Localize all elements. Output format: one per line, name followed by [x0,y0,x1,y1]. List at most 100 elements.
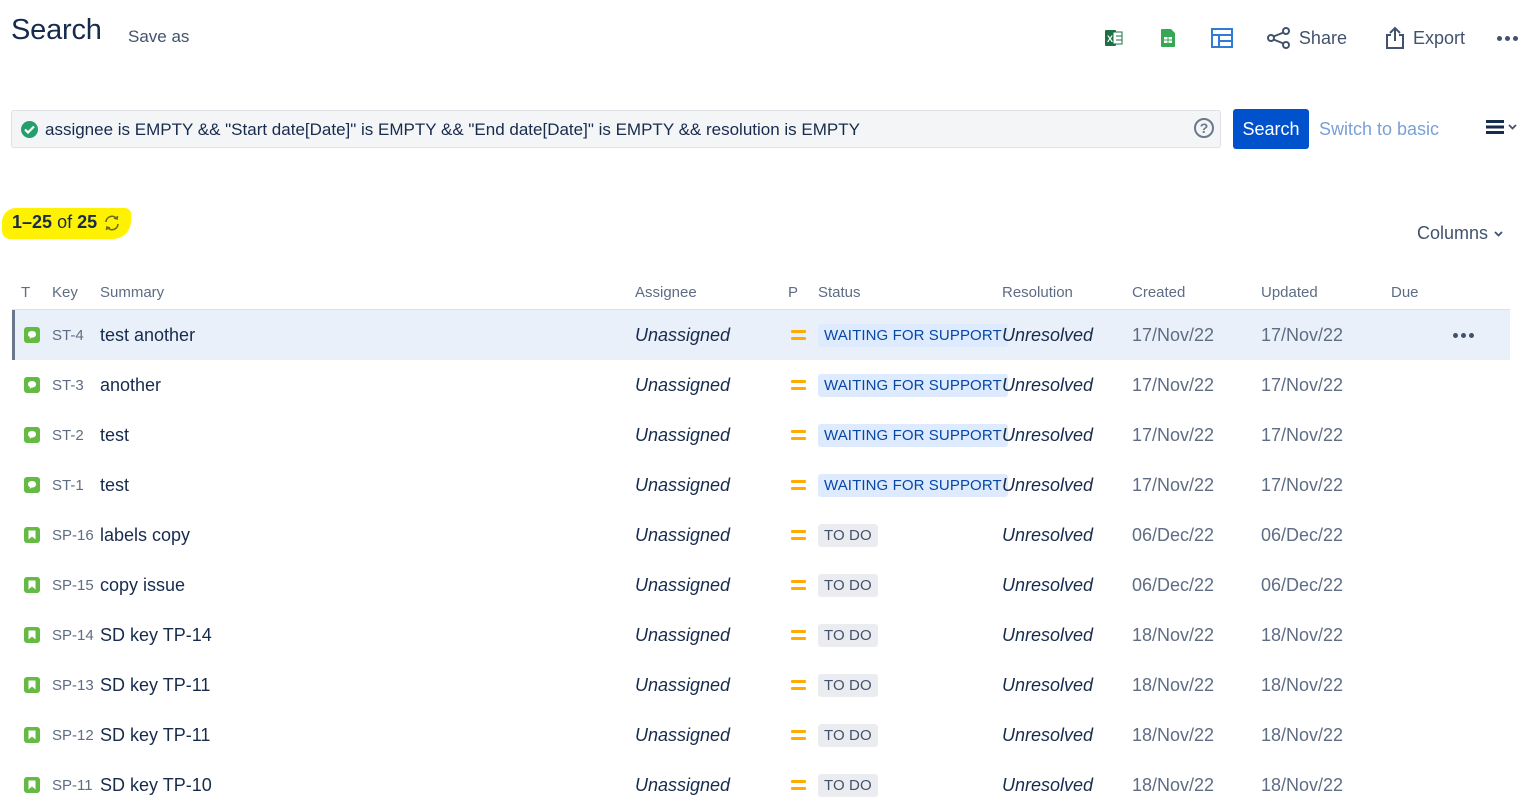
issue-key-link[interactable]: SP-16 [52,510,94,560]
issue-summary-link[interactable]: SD key TP-14 [100,610,212,660]
issue-key-link[interactable]: ST-4 [52,310,84,360]
excel-icon[interactable]: X [1103,27,1125,49]
status-badge[interactable]: TO DO [818,723,878,747]
save-as-button[interactable]: Save as [128,27,189,47]
table-row[interactable]: SP-16 labels copy Unassigned TO DO Unresolve… [12,510,1510,560]
status-badge[interactable]: WAITING FOR SUPPORT [818,323,1008,347]
resolution-value: Unresolved [1002,674,1094,695]
status-badge[interactable]: TO DO [818,523,878,547]
column-header-priority[interactable]: P [788,284,798,301]
view-menu-button[interactable] [1486,120,1517,134]
priority-medium-icon [791,330,806,340]
table-view-icon[interactable] [1210,27,1233,49]
priority-medium-icon [791,530,806,540]
created-date: 17/Nov/22 [1132,474,1215,495]
issue-summary-link[interactable]: SD key TP-11 [100,710,210,760]
range-end: 25 [32,212,53,232]
more-icon[interactable] [1497,35,1518,41]
priority-medium-icon [791,680,806,690]
chevron-down-icon [1494,230,1503,237]
column-header-assignee[interactable]: Assignee [635,284,697,301]
table-row[interactable]: ST-3 another Unassigned WAITING FOR SUPPORT… [12,360,1510,410]
column-header-due[interactable]: Due [1391,284,1419,301]
updated-date: 06/Dec/22 [1261,524,1344,545]
columns-button[interactable]: Columns [1417,223,1503,244]
status-badge[interactable]: WAITING FOR SUPPORT [818,423,1008,447]
story-icon [24,527,40,543]
table-row[interactable]: SP-11 SD key TP-10 Unassigned TO DO Unresolv… [12,760,1510,810]
table-row[interactable]: SP-13 SD key TP-11 Unassigned TO DO Unresolv… [12,660,1510,710]
status-badge[interactable]: WAITING FOR SUPPORT [818,473,1008,497]
switch-to-basic-link[interactable]: Switch to basic [1319,119,1439,140]
created-date: 06/Dec/22 [1132,524,1215,545]
table-row[interactable]: ST-2 test Unassigned WAITING FOR SUPPORT Unr… [12,410,1510,460]
table-row[interactable]: SP-15 copy issue Unassigned TO DO Unresolved… [12,560,1510,610]
issue-summary-link[interactable]: SD key TP-10 [100,760,212,810]
issue-key-link[interactable]: SP-11 [52,760,93,810]
assignee-value: Unassigned [635,474,731,495]
status-badge[interactable]: TO DO [818,573,878,597]
assignee-value: Unassigned [635,724,731,745]
issue-summary-link[interactable]: SD key TP-11 [100,660,210,710]
table-row[interactable]: SP-12 SD key TP-11 Unassigned TO DO Unresolv… [12,710,1510,760]
range-start: 1 [12,212,23,232]
resolution-value: Unresolved [1002,774,1094,795]
column-header-resolution[interactable]: Resolution [1002,284,1073,301]
story-icon [24,627,40,643]
issue-key-link[interactable]: SP-15 [52,560,94,610]
service-request-icon [24,427,40,443]
assignee-value: Unassigned [635,374,731,395]
table-row[interactable]: SP-14 SD key TP-14 Unassigned TO DO Unresolv… [12,610,1510,660]
issue-summary-link[interactable]: test [100,460,129,510]
issue-key-link[interactable]: ST-2 [52,410,84,460]
issue-key-link[interactable]: SP-12 [52,710,94,760]
column-header-key[interactable]: Key [52,284,78,301]
column-header-status[interactable]: Status [818,284,861,301]
search-button[interactable]: Search [1233,109,1309,149]
export-button[interactable]: Export [1385,26,1465,50]
google-sheets-icon[interactable] [1157,27,1179,49]
resolution-value: Unresolved [1002,524,1094,545]
column-header-summary[interactable]: Summary [100,284,164,301]
list-view-icon [1486,120,1504,134]
svg-text:X: X [1107,34,1113,44]
created-date: 18/Nov/22 [1132,724,1215,745]
status-badge[interactable]: TO DO [818,673,878,697]
service-request-icon [24,377,40,393]
issue-summary-link[interactable]: test another [100,310,195,360]
issue-key-link[interactable]: SP-13 [52,660,94,710]
issue-summary-link[interactable]: copy issue [100,560,185,610]
priority-medium-icon [791,380,806,390]
issue-summary-link[interactable]: labels copy [100,510,190,560]
priority-medium-icon [791,780,806,790]
jql-query-text[interactable]: assignee is EMPTY && "Start date[Date]" … [45,120,860,140]
assignee-value: Unassigned [635,624,731,645]
updated-date: 17/Nov/22 [1261,424,1344,445]
issue-summary-link[interactable]: test [100,410,129,460]
issue-key-link[interactable]: SP-14 [52,610,94,660]
jql-query-input[interactable]: assignee is EMPTY && "Start date[Date]" … [11,110,1221,148]
status-badge[interactable]: TO DO [818,623,878,647]
updated-date: 18/Nov/22 [1261,624,1344,645]
resolution-value: Unresolved [1002,374,1094,395]
column-header-type[interactable]: T [21,284,30,301]
column-header-created[interactable]: Created [1132,284,1185,301]
refresh-icon[interactable] [103,215,121,231]
issue-key-link[interactable]: ST-1 [52,460,84,510]
share-icon [1266,27,1290,49]
share-button[interactable]: Share [1266,27,1347,49]
column-header-updated[interactable]: Updated [1261,284,1318,301]
resolution-value: Unresolved [1002,474,1094,495]
row-actions-more-icon[interactable] [1453,332,1474,338]
table-row[interactable]: ST-1 test Unassigned WAITING FOR SUPPORT Unr… [12,460,1510,510]
help-icon[interactable]: ? [1194,118,1214,138]
status-badge[interactable]: WAITING FOR SUPPORT [818,373,1008,397]
issue-key-link[interactable]: ST-3 [52,360,84,410]
assignee-value: Unassigned [635,324,731,345]
issue-summary-link[interactable]: another [100,360,161,410]
resolution-value: Unresolved [1002,624,1094,645]
table-row[interactable]: ST-4 test another Unassigned WAITING FOR SU… [12,310,1510,360]
assignee-value: Unassigned [635,674,731,695]
service-request-icon [24,327,40,343]
status-badge[interactable]: TO DO [818,773,878,797]
